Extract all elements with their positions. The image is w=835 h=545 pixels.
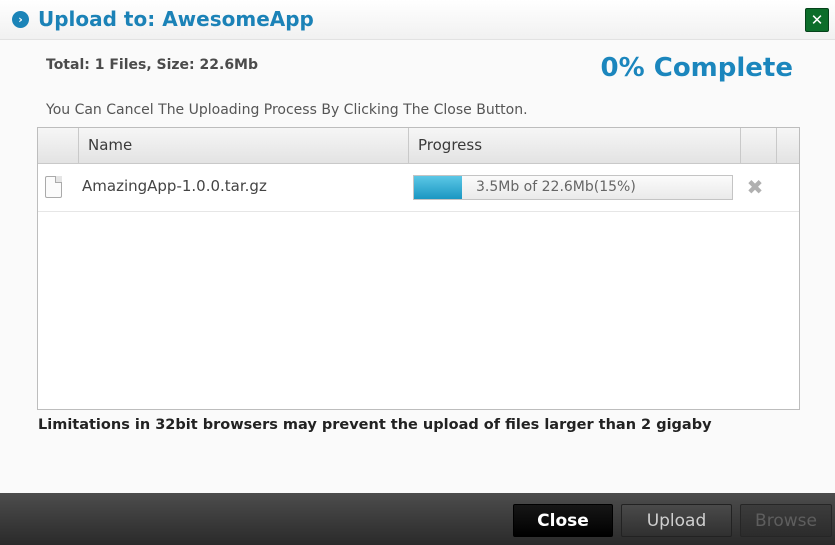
dialog-title: Upload to: AwesomeApp	[38, 7, 314, 31]
percent-complete: 0% Complete	[600, 53, 793, 83]
upload-progress-bar: 3.5Mb of 22.6Mb(15%)	[413, 175, 733, 200]
button-bar: Close Upload Browse	[0, 493, 835, 545]
browse-button[interactable]: Browse	[740, 504, 832, 537]
file-name: AmazingApp-1.0.0.tar.gz	[82, 177, 267, 195]
file-icon	[45, 176, 62, 198]
remove-x-icon[interactable]: ✖	[746, 177, 764, 197]
close-button[interactable]: Close	[513, 504, 613, 537]
column-header-scroll	[776, 128, 799, 163]
upload-button[interactable]: Upload	[621, 504, 732, 537]
table-header: Name Progress	[38, 128, 799, 164]
cancel-instructions: You Can Cancel The Uploading Process By …	[46, 102, 528, 118]
table-row: AmazingApp-1.0.0.tar.gz 3.5Mb of 22.6Mb(…	[38, 164, 799, 212]
progress-fill	[414, 176, 462, 199]
upload-total: Total: 1 Files, Size: 22.6Mb	[46, 57, 259, 73]
file-table: Name Progress AmazingApp-1.0.0.tar.gz 3.…	[37, 127, 800, 410]
column-header-name[interactable]: Name	[78, 128, 408, 163]
arrow-circle-icon: ›	[12, 11, 29, 28]
column-header-icon	[38, 128, 78, 163]
limitation-notice: Limitations in 32bit browsers may preven…	[38, 417, 712, 433]
progress-text: 3.5Mb of 22.6Mb(15%)	[476, 179, 636, 195]
close-x-icon[interactable]: ✕	[805, 8, 829, 32]
column-header-progress[interactable]: Progress	[408, 128, 740, 163]
upload-dialog: › Upload to: AwesomeApp ✕ Total: 1 Files…	[0, 0, 835, 545]
column-header-action	[740, 128, 776, 163]
title-bar: › Upload to: AwesomeApp ✕	[0, 0, 835, 40]
